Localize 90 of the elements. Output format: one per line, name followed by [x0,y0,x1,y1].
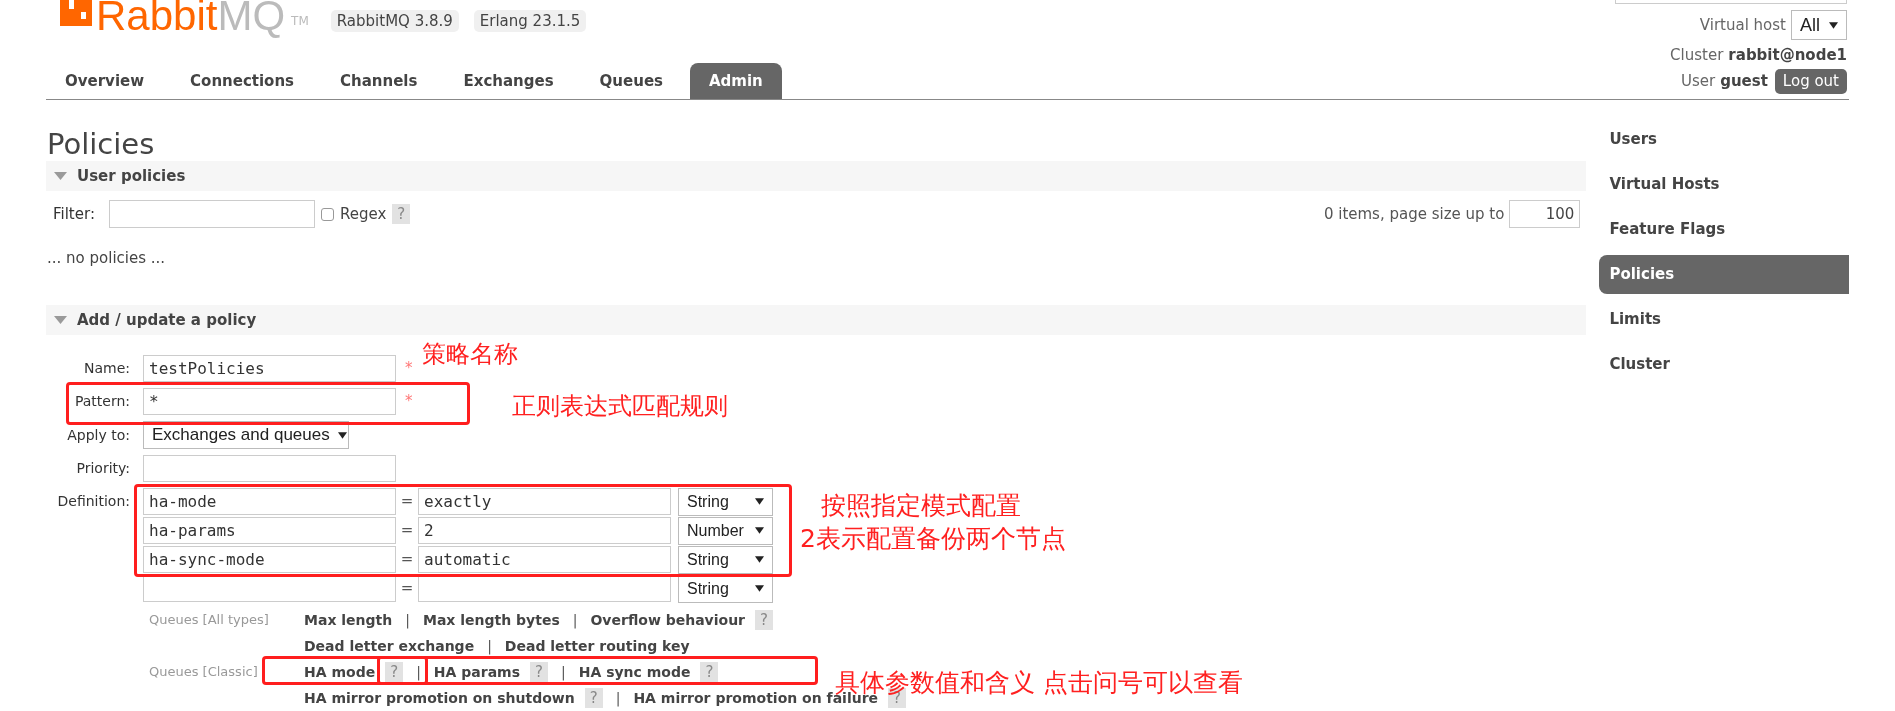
separator-text: | [571,610,579,631]
text-field[interactable]: ha-params [143,517,396,544]
nav-tab[interactable]: Overview [46,63,164,99]
caret-icon [755,585,764,592]
checkbox[interactable] [320,207,334,221]
version-badge: Erlang 23.1.5 [473,10,587,32]
dropdown[interactable]: All [1791,10,1847,40]
filter-label: Filter: [53,203,95,225]
page-title: Policies [47,127,155,161]
sidebar-item[interactable]: Users [1599,120,1849,159]
text-field[interactable]: exactly [418,488,671,515]
sidebar-item[interactable]: Cluster [1599,345,1849,384]
caret-icon [337,431,347,439]
caret-icon [755,527,764,534]
separator-text: | [486,636,493,657]
hint-link[interactable]: Overflow behaviour [590,609,746,631]
dropdown[interactable]: Number [678,516,773,545]
equals-sign: = [399,549,415,571]
hint-group-label: Queues [Classic] [149,664,258,679]
hint-link[interactable]: Dead letter routing key [504,635,690,657]
field-label: Definition: [56,492,130,511]
dropdown[interactable]: String [678,487,773,516]
dropdown[interactable]: Exchanges and queues [143,421,349,449]
caret-icon [755,556,764,563]
trademark-text: TM [291,15,309,27]
page-size-field[interactable]: 100 [1509,200,1581,228]
required-mark: * [405,358,413,380]
nav-tab[interactable]: Connections [171,63,314,99]
paging-label: 0 items, page size up to [1323,203,1505,225]
sidebar-item[interactable]: Feature Flags [1599,210,1849,249]
sidebar-item[interactable]: Policies [1599,255,1849,294]
dropdown[interactable]: String [678,545,773,574]
cluster-label: Cluster [1670,44,1724,66]
cluster-name: rabbit@node1 [1728,44,1847,66]
section-title: Add / update a policy [77,309,257,331]
equals-sign: = [399,520,415,542]
text-field[interactable]: 2 [418,517,671,544]
caret-icon [1829,21,1838,29]
hint-link[interactable]: HA mirror promotion on shutdown [304,687,575,709]
field-label: Pattern: [73,392,130,411]
hint-link[interactable]: HA sync mode [578,661,691,683]
text-field[interactable]: ha-mode [143,488,396,515]
hint-link[interactable]: HA mode [304,661,376,683]
hint-link[interactable]: Dead letter exchange [304,635,475,657]
nav-tab[interactable]: Admin [690,63,782,99]
nav-tab[interactable]: Channels [321,63,437,99]
field-label: Priority: [75,459,130,478]
hint-group-label: Queues [All types] [149,612,269,627]
separator-text: | [560,662,567,683]
text-field[interactable] [143,455,396,482]
annotation-text: 策略名称 [422,342,518,366]
separator-text: | [415,662,422,683]
filter-field[interactable] [108,200,315,228]
regex-label: Regex [339,203,387,225]
text-field[interactable]: ha-sync-mode [143,546,396,573]
nav-tab[interactable]: Queues [580,63,682,99]
field-label: Apply to: [66,425,130,445]
annotation-text: 按照指定模式配置 [821,493,1021,518]
annotation-text: 2表示配置备份两个节点 [800,526,1066,551]
equals-sign: = [399,578,415,600]
logo-icon [60,0,92,26]
separator-text: | [614,688,622,709]
text-field[interactable]: * [143,388,396,415]
section-header[interactable]: User policies [46,161,1587,191]
input-field[interactable] [1615,0,1847,4]
logout-button[interactable]: Log out [1774,69,1847,94]
sidebar-item[interactable]: Limits [1599,300,1849,339]
section-header[interactable]: Add / update a policy [46,305,1587,335]
empty-message: ... no policies ... [47,248,166,269]
hint-link[interactable]: HA params [433,661,520,683]
text-field[interactable]: testPolicies [143,355,396,382]
text-field[interactable] [418,575,671,602]
hint-link[interactable]: Max length [304,609,393,631]
logo-wordmark: RabbitMQ [96,0,286,37]
nav-tab[interactable]: Exchanges [444,63,573,99]
required-mark: * [405,391,413,413]
sidebar-item[interactable]: Virtual Hosts [1599,165,1849,204]
user-name: guest [1720,71,1768,93]
annotation-text: 正则表达式匹配规则 [512,394,728,418]
section-title: User policies [77,165,186,187]
field-label: Name: [82,359,130,378]
version-badge: RabbitMQ 3.8.9 [330,10,459,32]
hint-link[interactable]: Max length bytes [422,609,560,631]
separator-text: | [404,610,411,631]
caret-icon [755,498,764,505]
text-field[interactable] [143,575,396,602]
virtual-host-label: Virtual host [1699,14,1786,36]
text-field[interactable]: automatic [418,546,671,573]
equals-sign: = [399,491,415,513]
user-label: User [1680,71,1716,93]
